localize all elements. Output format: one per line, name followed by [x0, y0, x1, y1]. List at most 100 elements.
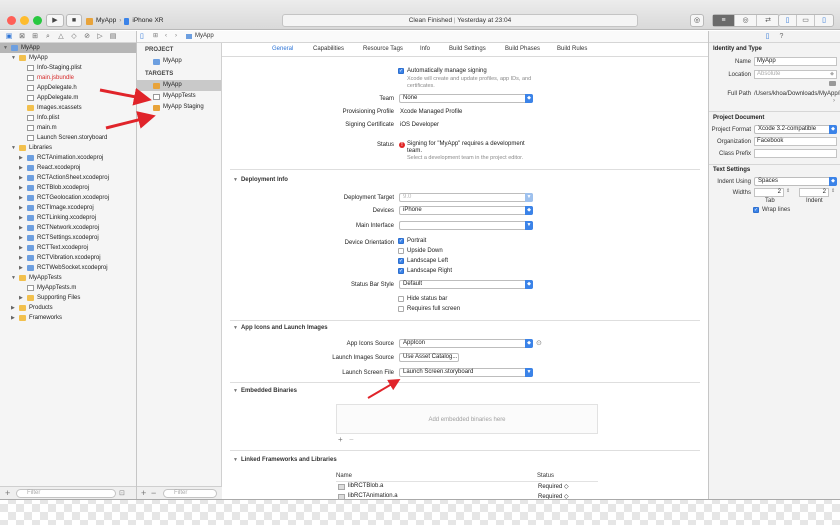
tab-build-phases[interactable]: Build Phases [505, 46, 540, 52]
project-item[interactable]: MyApp [137, 56, 221, 67]
inspector-toggle-icon[interactable]: ▯ [815, 15, 833, 26]
report-icon[interactable]: ▤ [108, 33, 118, 40]
disclosure-right-icon[interactable]: ▶ [11, 303, 15, 313]
deployment-section-header[interactable]: ▼ Deployment Info [233, 177, 288, 183]
tree-item[interactable]: AppDelegate.h [0, 83, 136, 93]
related-items-icon[interactable]: ⊞ [153, 31, 158, 42]
library-button[interactable]: ◎ [690, 14, 704, 27]
disclosure-down-icon[interactable]: ▼ [3, 43, 8, 53]
wrap-lines-checkbox[interactable]: ✓ [753, 207, 759, 213]
tree-item[interactable]: main.jsbundle [0, 73, 136, 83]
debug-icon[interactable]: ⊘ [82, 33, 92, 40]
app-icons-source-popup[interactable]: AppIcon ◆ [399, 339, 533, 348]
library-status[interactable]: Required ◇ [538, 493, 569, 499]
tree-item[interactable]: MyAppTests.m [0, 283, 136, 293]
tab-build-settings[interactable]: Build Settings [449, 46, 486, 52]
navigator-filter-input[interactable]: Filter [16, 489, 116, 498]
reveal-folder-icon[interactable] [829, 81, 836, 86]
status-column-header[interactable]: Status [537, 473, 554, 479]
location-popup[interactable]: Absolute ◆ [754, 70, 837, 79]
name-column-header[interactable]: Name [336, 473, 352, 479]
editor-mode-control[interactable]: ≡ ◎ ⇄ [712, 14, 780, 27]
tree-item[interactable]: ▼ MyApp [0, 43, 136, 53]
folder-icon[interactable]: ▣ [4, 33, 14, 40]
targets-filter-input[interactable]: Filter [163, 489, 217, 498]
tree-item[interactable]: main.m [0, 123, 136, 133]
tree-item[interactable]: ▶ RCTNetwork.xcodeproj [0, 223, 136, 233]
tab-capabilities[interactable]: Capabilities [313, 46, 344, 52]
indent-width-stepper-icon[interactable]: ⇕ [831, 188, 835, 194]
orientation-checkbox[interactable]: ✓ [398, 238, 404, 244]
disclosure-right-icon[interactable]: ▶ [19, 213, 23, 223]
target-item-myapptests[interactable]: MyAppTests [137, 91, 221, 102]
launch-screen-file-combo[interactable]: Launch Screen.storyboard ▼ [399, 368, 533, 377]
tree-item[interactable]: Images.xcassets [0, 103, 136, 113]
disclosure-right-icon[interactable]: ▶ [19, 293, 23, 303]
search-icon[interactable]: ⌕ [43, 33, 53, 40]
tree-item[interactable]: ▼ MyApp [0, 53, 136, 63]
tree-item[interactable]: ▶ RCTBlob.xcodeproj [0, 183, 136, 193]
disclosure-right-icon[interactable]: ▶ [19, 243, 23, 253]
zoom-window-button[interactable] [33, 16, 42, 25]
launch-images-source-button[interactable]: Use Asset Catalog... [399, 353, 459, 362]
auto-signing-checkbox[interactable]: ✓ [398, 68, 404, 74]
add-target-icon[interactable]: + [141, 488, 146, 498]
tree-item[interactable]: ▶ RCTGeolocation.xcodeproj [0, 193, 136, 203]
add-icon[interactable]: + [5, 488, 10, 498]
orientation-checkbox[interactable]: ✓ [398, 268, 404, 274]
symbol-icon[interactable]: ⊞ [30, 33, 40, 40]
tree-item[interactable]: ▶ Products [0, 303, 136, 313]
linked-frameworks-section-header[interactable]: ▼ Linked Frameworks and Libraries [233, 457, 337, 463]
add-binary-icon[interactable]: + [338, 435, 343, 444]
warning-icon[interactable]: △ [56, 33, 66, 40]
main-interface-combo[interactable]: ▼ [399, 221, 533, 230]
tab-width-stepper-icon[interactable]: ⇕ [786, 188, 790, 194]
debug-toggle-icon[interactable]: ▭ [797, 15, 815, 26]
assistant-editor-icon[interactable]: ◎ [735, 15, 757, 26]
tree-item[interactable]: ▶ Supporting Files [0, 293, 136, 303]
reveal-path-icon[interactable]: › [833, 98, 835, 104]
tree-item[interactable]: AppDelegate.m [0, 93, 136, 103]
tree-item[interactable]: ▼ MyAppTests [0, 273, 136, 283]
disclosure-right-icon[interactable]: ▶ [19, 193, 23, 203]
disclosure-right-icon[interactable]: ▶ [19, 223, 23, 233]
disclosure-down-icon[interactable]: ▼ [11, 273, 16, 283]
name-field[interactable]: MyApp [754, 57, 837, 66]
disclosure-right-icon[interactable]: ▶ [19, 233, 23, 243]
target-item-myapp-staging[interactable]: MyApp Staging [137, 102, 221, 113]
minimize-window-button[interactable] [20, 16, 29, 25]
embedded-binaries-section-header[interactable]: ▼ Embedded Binaries [233, 388, 297, 394]
team-popup[interactable]: None ◆ [399, 94, 533, 103]
tree-item[interactable]: ▶ Frameworks [0, 313, 136, 323]
tree-item[interactable]: ▶ React.xcodeproj [0, 163, 136, 173]
help-icon[interactable]: ? [779, 33, 783, 40]
close-window-button[interactable] [7, 16, 16, 25]
tree-item[interactable]: ▶ RCTSettings.xcodeproj [0, 233, 136, 243]
app-icons-section-header[interactable]: ▼ App Icons and Launch Images [233, 325, 328, 331]
deployment-target-combo[interactable]: 9.0 ▼ [399, 193, 533, 202]
scheme-selector[interactable]: MyApp › iPhone XR [86, 15, 163, 27]
stop-button[interactable]: ■ [66, 14, 82, 27]
tree-item[interactable]: ▶ RCTLinking.xcodeproj [0, 213, 136, 223]
tree-item[interactable]: ▶ RCTVibration.xcodeproj [0, 253, 136, 263]
recent-files-icon[interactable]: ⊡ [119, 489, 125, 497]
organization-field[interactable]: Facebook [754, 137, 837, 146]
file-inspector-icon[interactable]: ▯ [766, 33, 770, 40]
tree-item[interactable]: ▶ RCTActionSheet.xcodeproj [0, 173, 136, 183]
tree-item[interactable]: Info.plist [0, 113, 136, 123]
breakpoint-icon[interactable]: ▷ [95, 33, 105, 40]
hide-status-bar-checkbox[interactable] [398, 296, 404, 302]
tree-item[interactable]: ▶ RCTImage.xcodeproj [0, 203, 136, 213]
tree-item[interactable]: Info-Staging.plist [0, 63, 136, 73]
source-control-icon[interactable]: ⊠ [17, 33, 27, 40]
tab-build-rules[interactable]: Build Rules [557, 46, 587, 52]
status-bar-style-popup[interactable]: Default ◆ [399, 280, 533, 289]
disclosure-down-icon[interactable]: ▼ [11, 143, 16, 153]
library-status[interactable]: Required ◇ [538, 483, 569, 490]
standard-editor-icon[interactable]: ≡ [713, 15, 735, 26]
disclosure-right-icon[interactable]: ▶ [19, 173, 23, 183]
back-icon[interactable]: ‹ [165, 31, 167, 42]
tree-item[interactable]: ▶ RCTWebSocket.xcodeproj [0, 263, 136, 273]
indent-using-popup[interactable]: Spaces ◆ [754, 177, 837, 186]
navigator-toggle-icon[interactable]: ▯ [779, 15, 797, 26]
